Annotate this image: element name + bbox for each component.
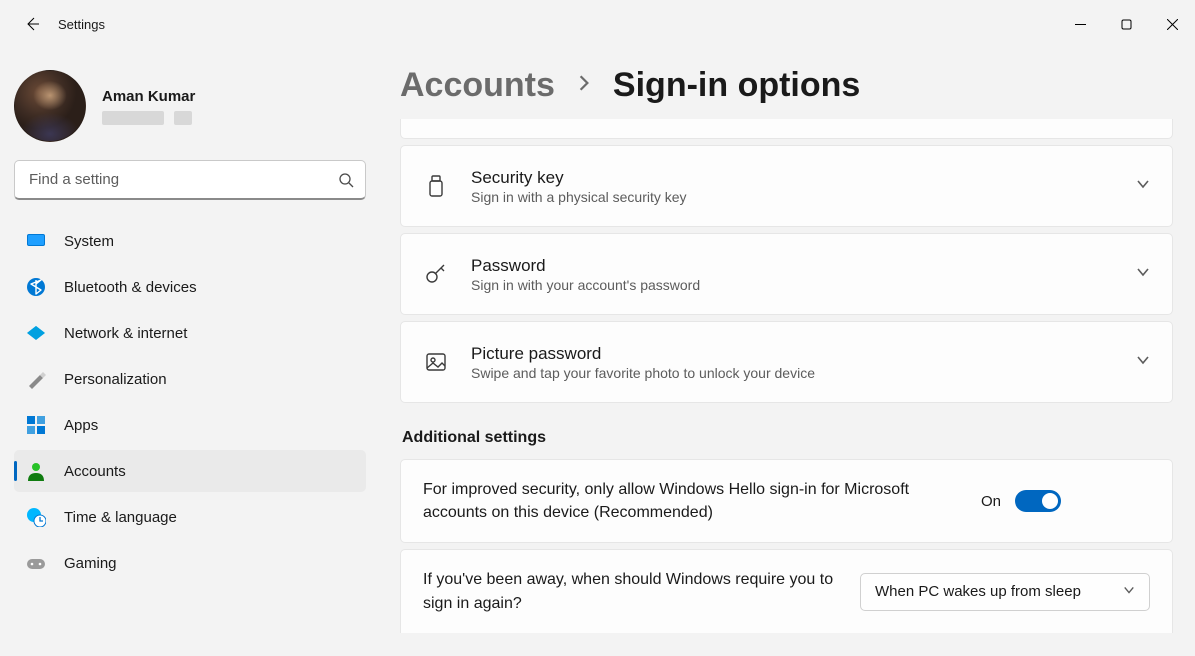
back-button[interactable] <box>12 4 52 44</box>
require-signin-dropdown[interactable]: When PC wakes up from sleep <box>860 573 1150 611</box>
sidebar-item-label: Bluetooth & devices <box>64 279 197 296</box>
chevron-down-icon <box>1136 177 1150 196</box>
collapsed-option-stub[interactable] <box>400 119 1173 139</box>
option-subtitle: Sign in with your account's password <box>471 277 1114 293</box>
chevron-down-icon <box>1136 353 1150 372</box>
close-button[interactable] <box>1149 8 1195 40</box>
bluetooth-icon <box>26 277 46 297</box>
person-icon <box>26 461 46 481</box>
paint-icon <box>26 369 46 389</box>
apps-icon <box>26 415 46 435</box>
skeleton-placeholder <box>174 111 192 125</box>
sidebar-item-label: Personalization <box>64 371 167 388</box>
sidebar-item-apps[interactable]: Apps <box>14 404 366 446</box>
close-icon <box>1167 19 1178 30</box>
page-title: Sign-in options <box>613 66 860 105</box>
minimize-button[interactable] <box>1057 8 1103 40</box>
option-title: Picture password <box>471 344 1114 364</box>
toggle-state-label: On <box>981 493 1001 510</box>
option-subtitle: Swipe and tap your favorite photo to unl… <box>471 365 1114 381</box>
option-security-key[interactable]: Security key Sign in with a physical sec… <box>400 145 1173 227</box>
avatar <box>14 70 86 142</box>
option-subtitle: Sign in with a physical security key <box>471 189 1114 205</box>
maximize-icon <box>1121 19 1132 30</box>
chevron-down-icon <box>1123 583 1135 600</box>
sidebar-item-time-language[interactable]: Time & language <box>14 496 366 538</box>
option-title: Security key <box>471 168 1114 188</box>
breadcrumb-parent[interactable]: Accounts <box>400 66 555 105</box>
profile-name: Aman Kumar <box>102 88 195 105</box>
option-password[interactable]: Password Sign in with your account's pas… <box>400 233 1173 315</box>
main-content: Accounts Sign-in options Security key Si… <box>380 48 1195 656</box>
maximize-button[interactable] <box>1103 8 1149 40</box>
sidebar-item-accounts[interactable]: Accounts <box>14 450 366 492</box>
search-icon <box>338 172 354 188</box>
sidebar-item-label: Accounts <box>64 463 126 480</box>
titlebar: Settings <box>0 0 1195 48</box>
sidebar: Aman Kumar System Bluetooth & devices <box>0 48 380 656</box>
app-title: Settings <box>58 17 105 32</box>
picture-icon <box>423 349 449 375</box>
breadcrumb: Accounts Sign-in options <box>400 66 1173 105</box>
wifi-icon <box>26 323 46 343</box>
sidebar-item-system[interactable]: System <box>14 220 366 262</box>
sidebar-item-label: Network & internet <box>64 325 187 342</box>
sidebar-item-network[interactable]: Network & internet <box>14 312 366 354</box>
sidebar-item-bluetooth[interactable]: Bluetooth & devices <box>14 266 366 308</box>
chevron-down-icon <box>1136 265 1150 284</box>
minimize-icon <box>1075 19 1086 30</box>
skeleton-placeholder <box>102 111 164 125</box>
search-container <box>14 160 366 200</box>
sidebar-item-label: Apps <box>64 417 98 434</box>
setting-text: For improved security, only allow Window… <box>423 478 963 524</box>
section-heading: Additional settings <box>402 429 1173 447</box>
setting-text: If you've been away, when should Windows… <box>423 568 842 614</box>
option-picture-password[interactable]: Picture password Swipe and tap your favo… <box>400 321 1173 403</box>
window-controls <box>1057 8 1195 40</box>
sidebar-item-label: Gaming <box>64 555 117 572</box>
toggle-switch[interactable] <box>1015 490 1061 512</box>
profile-subtext <box>102 111 195 125</box>
nav-list: System Bluetooth & devices Network & int… <box>14 220 366 584</box>
usb-key-icon <box>423 173 449 199</box>
system-icon <box>26 231 46 251</box>
setting-windows-hello-only: For improved security, only allow Window… <box>400 459 1173 543</box>
clock-globe-icon <box>26 507 46 527</box>
key-icon <box>423 261 449 287</box>
arrow-left-icon <box>24 16 40 32</box>
dropdown-selected: When PC wakes up from sleep <box>875 583 1081 600</box>
setting-require-signin: If you've been away, when should Windows… <box>400 549 1173 632</box>
profile-block[interactable]: Aman Kumar <box>14 66 366 160</box>
sidebar-item-gaming[interactable]: Gaming <box>14 542 366 584</box>
search-input[interactable] <box>14 160 366 200</box>
sidebar-item-label: Time & language <box>64 509 177 526</box>
chevron-right-icon <box>575 74 593 97</box>
gamepad-icon <box>26 553 46 573</box>
sidebar-item-label: System <box>64 233 114 250</box>
option-title: Password <box>471 256 1114 276</box>
sidebar-item-personalization[interactable]: Personalization <box>14 358 366 400</box>
